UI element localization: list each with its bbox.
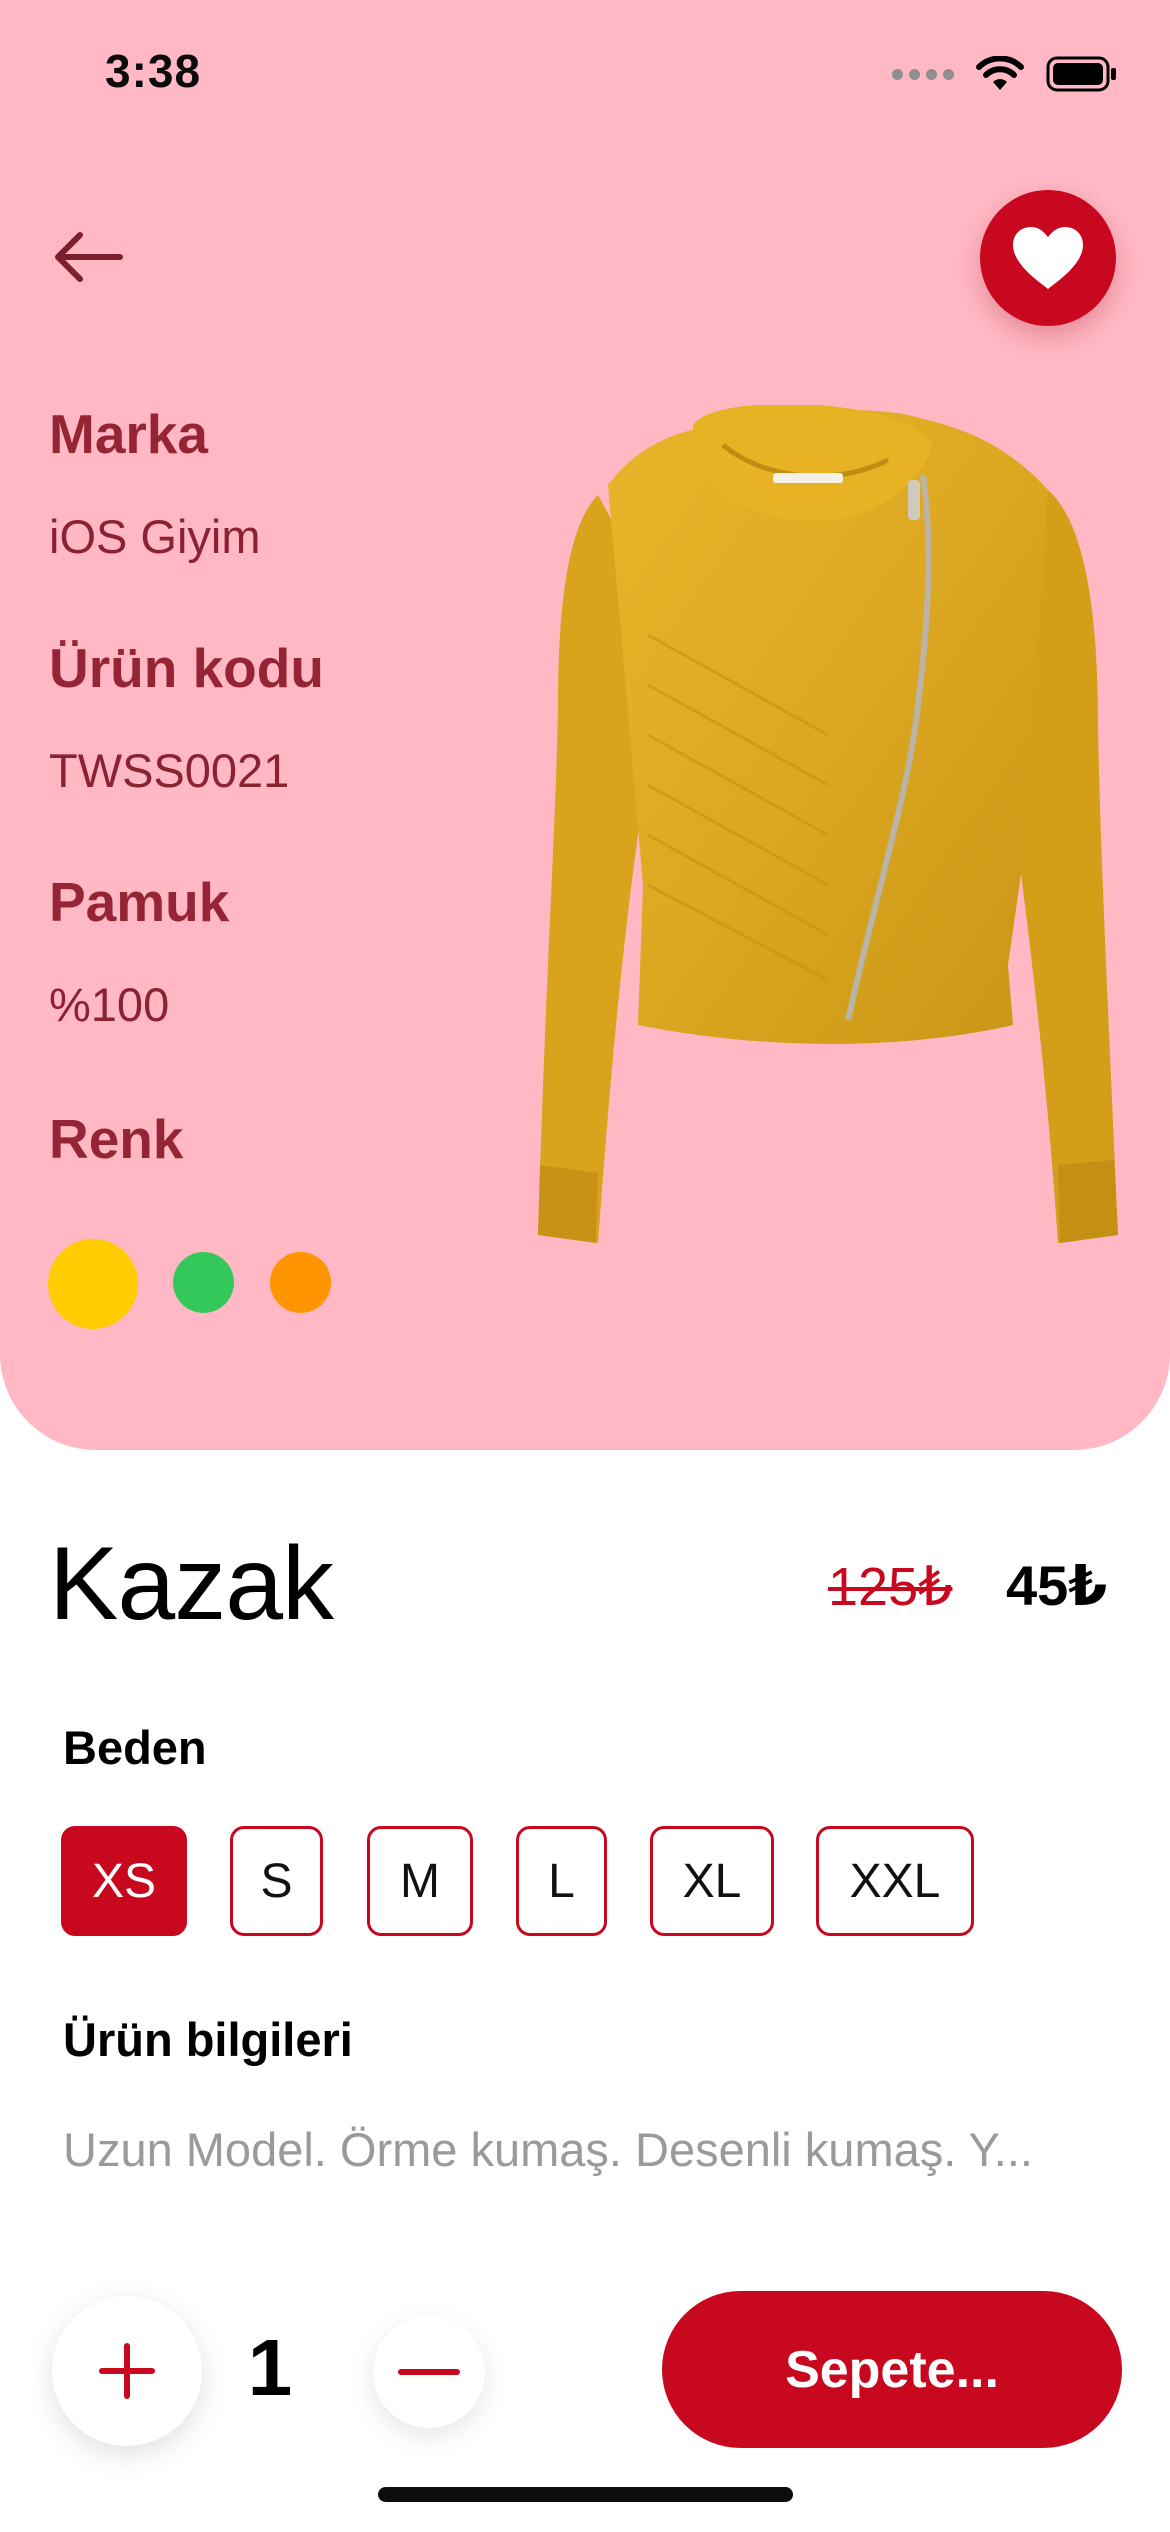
size-option-xs[interactable]: XS [61,1826,187,1936]
size-option-s[interactable]: S [230,1826,323,1936]
minus-icon [398,2369,460,2375]
wifi-icon [976,56,1024,92]
arrow-left-icon [55,232,123,282]
color-label: Renk [49,1108,184,1170]
quantity-value: 1 [247,2323,293,2412]
product-image [538,405,1118,1243]
size-option-xl[interactable]: XL [650,1826,774,1936]
increase-quantity-button[interactable] [52,2296,202,2446]
product-code-label: Ürün kodu [49,637,324,699]
color-swatch-green[interactable] [173,1252,234,1313]
favorite-button[interactable] [980,190,1116,326]
info-description[interactable]: Uzun Model. Örme kumaş. Desenli kumaş. Y… [63,2122,1123,2177]
decrease-quantity-button[interactable] [373,2316,485,2428]
current-price: 45₺ [1006,1554,1108,1617]
cellular-signal-icon [892,68,954,80]
heart-icon [1013,227,1083,289]
size-option-m[interactable]: M [367,1826,473,1936]
product-title: Kazak [49,1526,334,1642]
brand-label: Marka [49,403,208,465]
material-value: %100 [49,978,170,1031]
battery-icon [1046,56,1118,92]
size-option-xxl[interactable]: XXL [816,1826,974,1936]
size-heading: Beden [63,1721,207,1774]
material-label: Pamuk [49,871,230,933]
size-option-l[interactable]: L [516,1826,607,1936]
add-to-cart-button[interactable]: Sepete... [662,2291,1122,2448]
status-icons [892,52,1118,96]
color-swatch-orange[interactable] [270,1252,331,1313]
brand-value: iOS Giyim [49,510,261,563]
home-indicator [378,2487,793,2502]
old-price: 125₺ [828,1557,953,1617]
product-code-value: TWSS0021 [49,744,290,797]
product-hero: 3:38 Marka iOS Giyim Ürün kodu TWSS0021 … [0,0,1170,1450]
status-time: 3:38 [105,45,202,97]
plus-icon [99,2343,155,2399]
back-button[interactable] [50,222,130,292]
color-swatch-yellow[interactable] [48,1239,138,1329]
info-heading: Ürün bilgileri [63,2013,353,2066]
